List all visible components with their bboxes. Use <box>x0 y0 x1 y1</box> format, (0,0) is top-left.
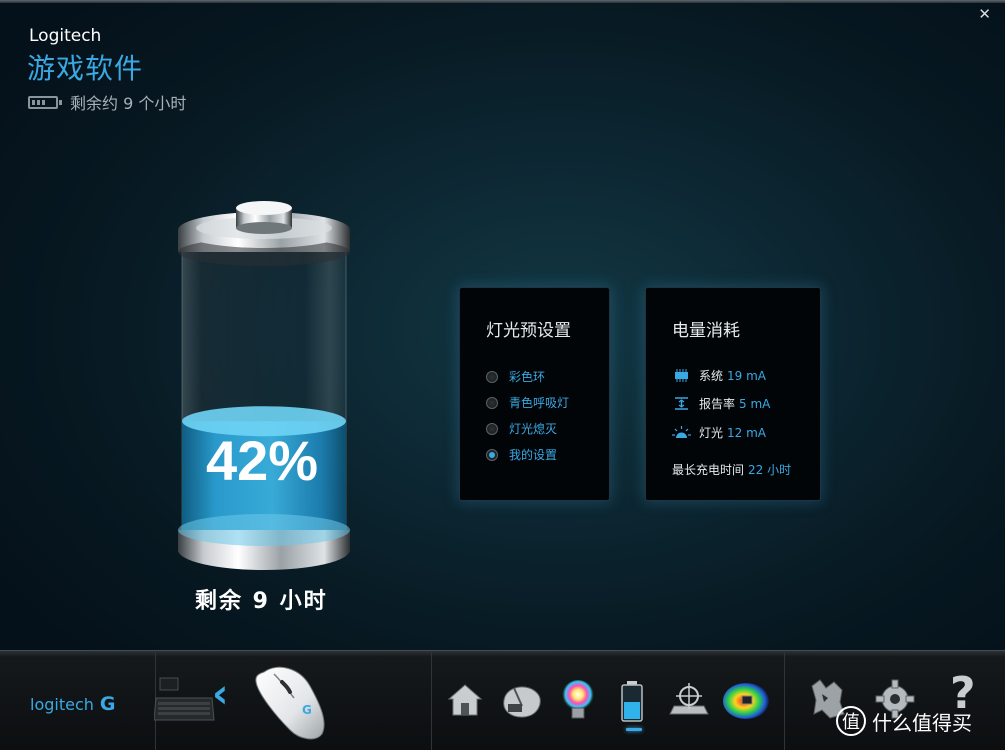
logitech-g-icon: G <box>99 693 116 715</box>
power-usage-panel: 电量消耗 系统 19 mA 报告率 5 mA 灯光 12 mA 最长充电时间 2… <box>645 287 821 501</box>
keyboard-device-icon[interactable] <box>154 676 216 724</box>
lighting-presets-title: 灯光预设置 <box>486 321 571 341</box>
lighting-icon[interactable] <box>556 678 600 722</box>
light-icon <box>672 426 691 438</box>
taskbar-divider <box>784 652 785 750</box>
heatmap-icon[interactable] <box>722 682 770 720</box>
battery-icon[interactable] <box>618 680 646 724</box>
mouse-device-icon[interactable]: G <box>252 664 332 742</box>
logitech-logo: logitech G <box>30 693 116 715</box>
previous-device-button[interactable]: ‹ <box>212 674 228 714</box>
radio-button[interactable] <box>486 370 498 383</box>
usage-row-system: 系统 19 mA <box>672 367 766 384</box>
radio-button-selected[interactable] <box>486 448 498 461</box>
active-tab-indicator <box>626 728 642 731</box>
preset-option-my-settings[interactable]: 我的设置 <box>486 446 557 463</box>
watermark: 值 什么值得买 <box>836 706 972 736</box>
battery-status: 剩余约 9 个小时 <box>28 90 186 114</box>
home-icon[interactable] <box>446 681 484 719</box>
usage-row-max-charge: 最长充电时间 22 小时 <box>672 463 792 477</box>
preset-option-lights-off[interactable]: 灯光熄灭 <box>486 420 557 437</box>
battery-illustration: 42% <box>178 201 350 570</box>
radio-button[interactable] <box>486 396 498 409</box>
preset-option-color-cycle[interactable]: 彩色环 <box>486 368 545 385</box>
svg-text:G: G <box>302 703 312 717</box>
watermark-badge: 值 <box>836 706 866 736</box>
battery-status-text: 剩余约 9 个小时 <box>70 94 187 113</box>
lighting-presets-panel: 灯光预设置 彩色环 青色呼吸灯 灯光熄灭 我的设置 <box>459 287 610 501</box>
power-usage-title: 电量消耗 <box>672 321 740 341</box>
chip-icon <box>675 369 688 382</box>
pointer-settings-icon[interactable] <box>666 680 712 720</box>
preset-option-cyan-breathing[interactable]: 青色呼吸灯 <box>486 394 569 411</box>
close-button[interactable]: ✕ <box>978 6 991 22</box>
brand-label: Logitech <box>29 26 102 46</box>
app-title: 游戏软件 <box>27 52 144 85</box>
taskbar-divider <box>431 652 432 750</box>
app-window: ✕ Logitech 游戏软件 剩余约 9 个小时 42% 剩余 9 小时 灯光… <box>0 0 1005 750</box>
usage-row-lighting: 灯光 12 mA <box>672 424 766 441</box>
battery-small-icon <box>28 95 62 109</box>
watermark-text: 什么值得买 <box>872 710 972 735</box>
mouse-buttons-icon[interactable] <box>498 680 544 720</box>
usage-row-report-rate: 报告率 5 mA <box>672 395 770 412</box>
remaining-time-label: 剩余 9 小时 <box>195 589 328 614</box>
radio-button[interactable] <box>486 422 498 435</box>
report-rate-icon <box>675 397 688 410</box>
battery-percent-label: 42% <box>206 429 318 492</box>
